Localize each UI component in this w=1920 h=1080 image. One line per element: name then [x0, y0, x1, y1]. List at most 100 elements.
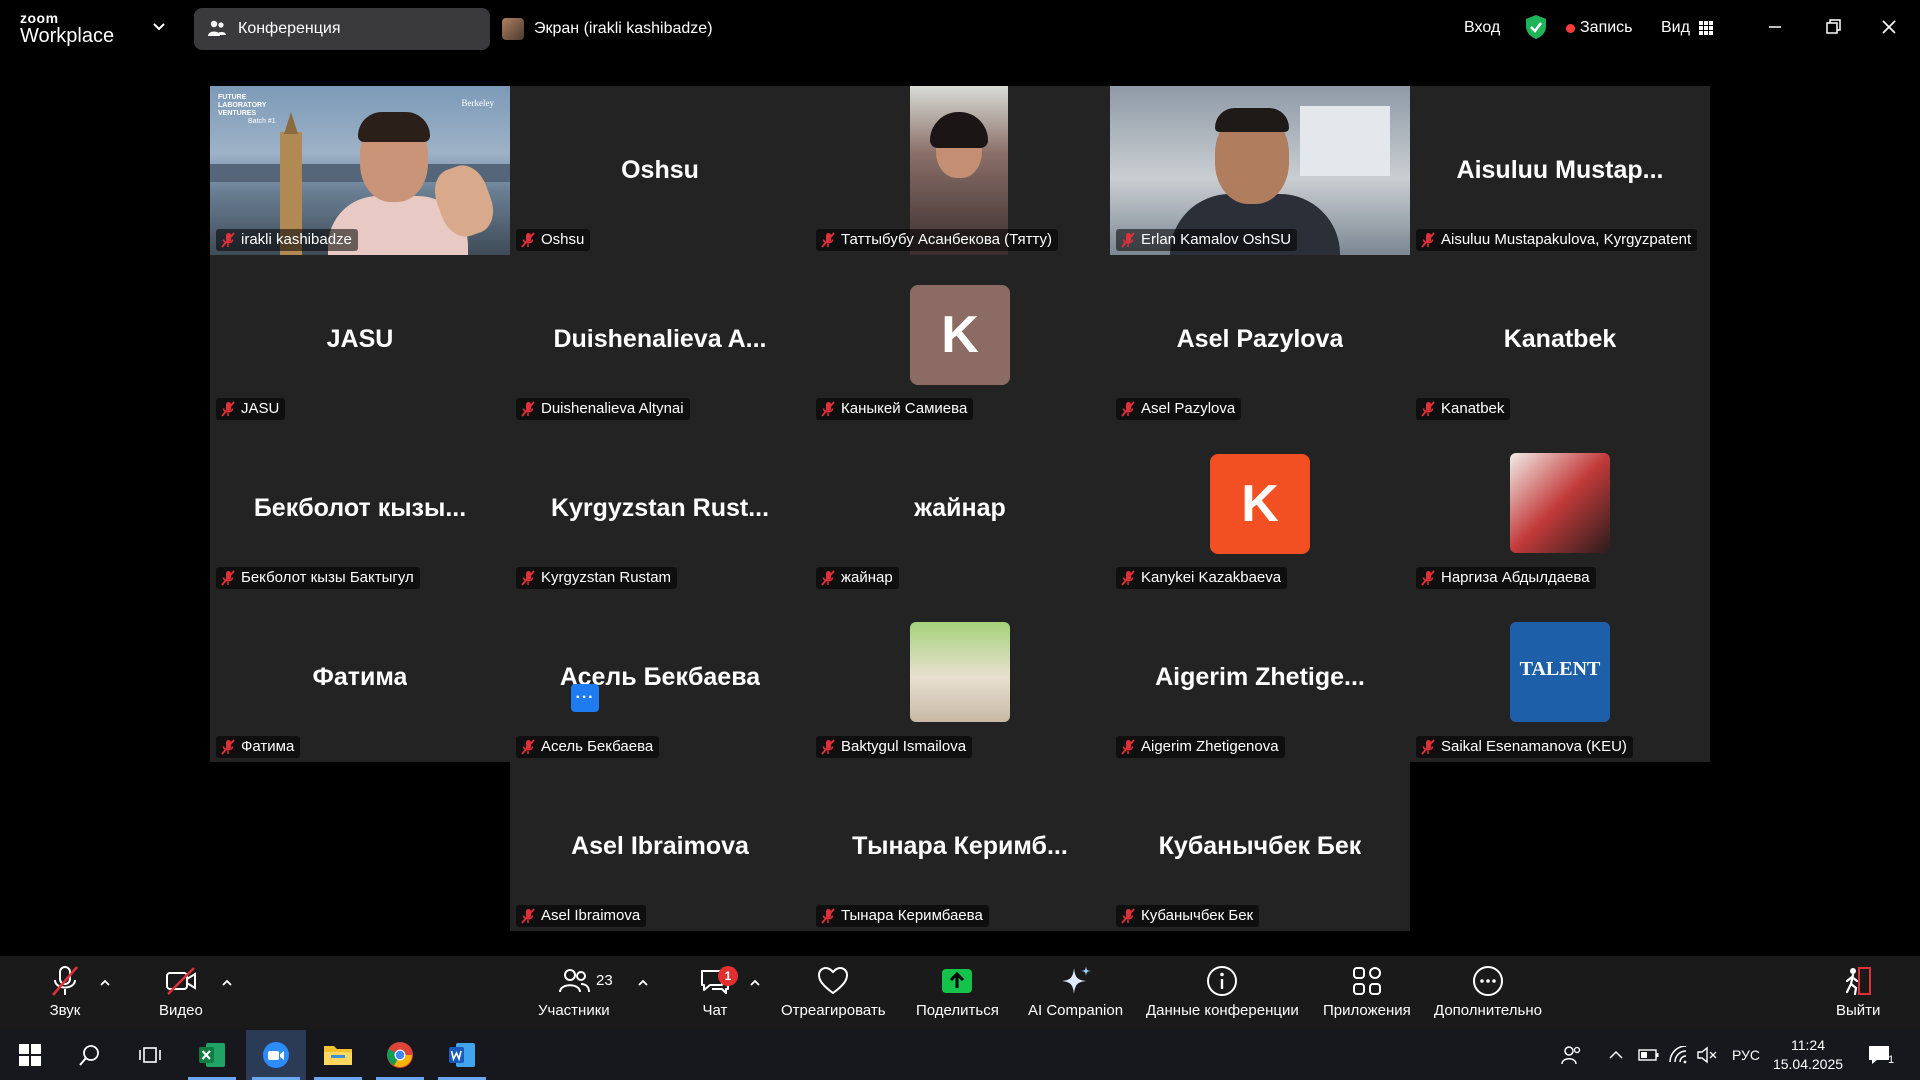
restore-icon[interactable]: [1820, 14, 1846, 40]
taskbar-zoom[interactable]: [246, 1030, 306, 1080]
folder-icon: [324, 1046, 352, 1065]
ai-companion-button[interactable]: AI Companion: [1028, 964, 1123, 1019]
audio-button[interactable]: Звук: [48, 964, 82, 1019]
video-grid: FUTURE LABORATORY VENTURES Batch #1 Berkel…: [210, 86, 1712, 932]
view-label: Вид: [1661, 19, 1690, 36]
input-language[interactable]: РУС: [1732, 1030, 1760, 1080]
participant-name-label: Aigerim Zhetigenova: [1116, 736, 1285, 758]
notification-center-button[interactable]: 1: [1868, 1030, 1894, 1080]
people-icon[interactable]: [1560, 1030, 1582, 1080]
participant-tile[interactable]: Asel Pazylova Asel Pazylova: [1110, 255, 1410, 424]
presenter-avatar: [502, 18, 524, 40]
react-button[interactable]: Отреагировать: [781, 964, 886, 1019]
tab-screen-label: Экран (irakli kashibadze): [534, 20, 713, 37]
participant-tile[interactable]: Kanatbek Kanatbek: [1410, 255, 1710, 424]
record-button[interactable]: Запись: [1566, 0, 1633, 56]
chevron-up-icon[interactable]: [636, 976, 650, 990]
participant-tile[interactable]: Таттыбубу Асанбекова (Тятту): [810, 86, 1110, 255]
notification-count: 1: [1888, 1054, 1895, 1066]
taskbar-search-button[interactable]: [60, 1030, 120, 1080]
react-label: Отреагировать: [781, 1002, 886, 1019]
search-icon: [79, 1045, 99, 1066]
participant-tile[interactable]: Кубанычбек Бек Кубанычбек Бек: [1110, 762, 1410, 931]
participant-tile[interactable]: Наргиза Абдылдаева: [1410, 424, 1710, 593]
task-view-button[interactable]: [120, 1030, 180, 1080]
heart-icon: [818, 966, 849, 995]
participant-tile[interactable]: Kyrgyzstan Rust... Kyrgyzstan Rustam: [510, 424, 810, 593]
apps-button[interactable]: Приложения: [1323, 964, 1411, 1019]
meeting-info-button[interactable]: Данные конференции: [1146, 964, 1299, 1019]
chevron-down-icon[interactable]: [152, 20, 166, 34]
chevron-up-icon[interactable]: [98, 976, 112, 990]
participant-photo: [910, 622, 1010, 722]
tab-conference[interactable]: Конференция: [194, 8, 490, 50]
wifi-icon[interactable]: [1668, 1030, 1688, 1080]
chevron-up-icon[interactable]: [748, 976, 762, 990]
window-light: [1300, 106, 1390, 176]
participant-tile[interactable]: TALENT Saikal Esenamanova (KEU): [1410, 593, 1710, 762]
participant-tile[interactable]: Duishenalieva A... Duishenalieva Altynai: [510, 255, 810, 424]
close-icon[interactable]: [1876, 14, 1902, 40]
share-screen-icon: [942, 969, 973, 993]
login-button[interactable]: Вход: [1464, 0, 1500, 56]
participant-tile[interactable]: Baktygul Ismailova: [810, 593, 1110, 762]
participant-name-label: Тынара Керимбаева: [816, 905, 989, 927]
leave-button[interactable]: Выйти: [1836, 964, 1880, 1019]
mic-muted-icon: [1421, 400, 1435, 417]
participant-tile[interactable]: FUTURE LABORATORY VENTURES Batch #1 Berkel…: [210, 86, 510, 255]
participant-tile[interactable]: Бекболот кызы... Бекболот кызы Бактыгул: [210, 424, 510, 593]
participants-icon: [558, 969, 590, 993]
participant-name-label: Aisuluu Mustapakulova, Kyrgyzpatent: [1416, 229, 1698, 251]
leave-label: Выйти: [1836, 1002, 1881, 1019]
taskbar-chrome[interactable]: [370, 1030, 430, 1080]
shield-check-icon[interactable]: [1524, 14, 1548, 40]
participant-photo: TALENT: [1510, 622, 1610, 722]
ai-companion-label: AI Companion: [1028, 1002, 1124, 1019]
participant-tile[interactable]: K Каныкей Самиева: [810, 255, 1110, 424]
talent-logo: TALENT: [1519, 658, 1601, 680]
tab-screen-share[interactable]: Экран (irakli kashibadze): [502, 8, 713, 50]
participant-name-label: Таттыбубу Асанбекова (Тятту): [816, 229, 1059, 251]
start-button[interactable]: [0, 1030, 60, 1080]
participant-tile[interactable]: JASU JASU: [210, 255, 510, 424]
participant-tile[interactable]: Erlan Kamalov OshSU: [1110, 86, 1410, 255]
participant-tile[interactable]: Aisuluu Mustap... Aisuluu Mustapakulova,…: [1410, 86, 1710, 255]
share-button[interactable]: Поделиться: [916, 964, 999, 1019]
participant-tile[interactable]: Фатима Фатима: [210, 593, 510, 762]
participant-tile[interactable]: Тынара Керимб... Тынара Керимбаева: [810, 762, 1110, 931]
login-label: Вход: [1464, 19, 1501, 36]
participant-tile[interactable]: Aigerim Zhetige... Aigerim Zhetigenova: [1110, 593, 1410, 762]
battery-icon: [1638, 1049, 1659, 1061]
view-button[interactable]: Вид: [1661, 0, 1714, 56]
minimize-icon[interactable]: [1762, 14, 1788, 40]
participant-tile[interactable]: жайнар жайнар: [810, 424, 1110, 593]
volume-muted-icon[interactable]: [1696, 1030, 1718, 1080]
taskbar-word[interactable]: [432, 1030, 492, 1080]
participant-tile[interactable]: Asel Ibraimova Asel Ibraimova: [510, 762, 810, 931]
mic-muted-icon: [821, 400, 835, 417]
mic-muted-icon: [1121, 569, 1135, 586]
video-button[interactable]: Видео: [159, 964, 203, 1019]
chevron-up-icon[interactable]: [220, 976, 234, 990]
battery-icon[interactable]: [1638, 1030, 1660, 1080]
participant-tile[interactable]: K Kanykei Kazakbaeva: [1110, 424, 1410, 593]
participant-name-label: Asel Pazylova: [1116, 398, 1242, 420]
taskbar-excel[interactable]: [182, 1030, 242, 1080]
tray-overflow-button[interactable]: [1608, 1030, 1624, 1080]
participant-name-label: irakli kashibadze: [216, 229, 358, 251]
more-options-button[interactable]: ···: [571, 684, 599, 712]
participant-name-label: JASU: [216, 398, 286, 420]
more-button[interactable]: Дополнительно: [1434, 964, 1542, 1019]
apps-icon: [1352, 967, 1381, 995]
system-clock[interactable]: 11:24 15.04.2025: [1768, 1036, 1848, 1074]
participant-name-label: Kyrgyzstan Rustam: [516, 567, 678, 589]
mic-muted-icon: [1421, 231, 1435, 248]
zoom-app-icon: [263, 1042, 289, 1068]
participant-name-label: Saikal Esenamanova (KEU): [1416, 736, 1633, 758]
participant-name-label: Каныкей Самиева: [816, 398, 974, 420]
mic-muted-icon: [221, 231, 235, 248]
taskbar-file-explorer[interactable]: [308, 1030, 368, 1080]
zoom-workplace-logo[interactable]: zoom Workplace: [20, 11, 114, 46]
participant-tile[interactable]: Асель Бекбаева Асель Бекбаева: [510, 593, 810, 762]
participant-tile[interactable]: Oshsu Oshsu: [510, 86, 810, 255]
